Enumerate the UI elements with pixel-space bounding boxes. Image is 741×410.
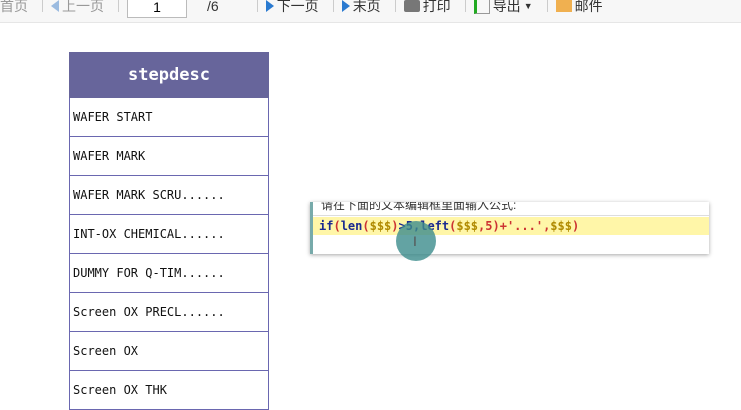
- export-button[interactable]: 导出 ▼: [473, 0, 533, 17]
- code-token: ): [571, 219, 580, 233]
- code-token: (: [333, 219, 341, 233]
- page-number-input[interactable]: [127, 0, 187, 18]
- dropdown-caret-icon: ▼: [523, 1, 533, 11]
- divider: [546, 0, 548, 12]
- total-pages: /6: [207, 0, 219, 14]
- code-token: (: [362, 219, 370, 233]
- report-toolbar: 首页 上一页 /6 下一页 末页 打印 导出▼ 邮件: [0, 0, 741, 23]
- printer-icon: [403, 0, 420, 12]
- column-header: stepdesc: [69, 52, 269, 98]
- report-table: stepdesc WAFER START WAFER MARK WAFER MA…: [69, 52, 269, 410]
- code-token: $$$: [456, 219, 479, 233]
- table-cell[interactable]: Screen OX: [69, 331, 269, 371]
- code-token: $$$: [369, 219, 392, 233]
- table-row: Screen OX: [69, 331, 269, 371]
- formula-editor-popup: 请在下面的文本编辑框里面输入公式: if(len($$$)>5,left($$$…: [310, 202, 709, 254]
- table-row: INT-OX CHEMICAL......: [69, 214, 269, 254]
- divider: [42, 0, 43, 12]
- table-row: WAFER START: [69, 97, 269, 137]
- next-arrow-icon: [265, 0, 274, 12]
- table-row: Screen OX THK: [69, 370, 269, 410]
- prev-page-label: 上一页: [62, 0, 104, 14]
- table-row: Screen OX PRECL......: [69, 292, 269, 332]
- formula-prompt: 请在下面的文本编辑框里面输入公式:: [313, 202, 709, 216]
- divider: [332, 0, 334, 12]
- mail-button[interactable]: 邮件: [555, 0, 603, 17]
- code-token: len: [340, 219, 363, 233]
- table-cell[interactable]: WAFER MARK SCRU......: [69, 175, 269, 215]
- divider: [118, 0, 119, 12]
- prev-arrow-icon: [51, 0, 59, 12]
- table-cell[interactable]: INT-OX CHEMICAL......: [69, 214, 269, 254]
- prev-page-button[interactable]: 上一页: [51, 0, 104, 17]
- next-page-button[interactable]: 下一页: [265, 0, 319, 17]
- divider: [394, 0, 396, 12]
- code-token: ,5)+'...',: [478, 219, 551, 233]
- last-page-button[interactable]: 末页: [341, 0, 381, 17]
- divider: [256, 0, 258, 12]
- print-button[interactable]: 打印: [403, 0, 451, 17]
- table-cell[interactable]: Screen OX PRECL......: [69, 292, 269, 332]
- print-label: 打印: [422, 0, 451, 14]
- export-icon: [473, 0, 490, 14]
- formula-input[interactable]: if(len($$$)>5,left($$$,5)+'...',$$$): [313, 217, 709, 235]
- table-row: WAFER MARK: [69, 136, 269, 176]
- divider: [464, 0, 466, 12]
- first-page-button[interactable]: 首页: [0, 0, 28, 17]
- table-row: WAFER MARK SCRU......: [69, 175, 269, 215]
- next-page-label: 下一页: [276, 0, 319, 14]
- mail-icon: [555, 0, 572, 12]
- table-cell[interactable]: WAFER START: [69, 97, 269, 137]
- export-label: 导出: [492, 0, 521, 14]
- last-page-label: 末页: [352, 0, 381, 14]
- mail-label: 邮件: [574, 0, 603, 14]
- table-cell[interactable]: Screen OX THK: [69, 370, 269, 410]
- code-token: if: [319, 219, 334, 233]
- code-token: $$$: [550, 219, 572, 233]
- text-cursor-icon: I: [413, 233, 417, 249]
- first-page-label: 首页: [0, 0, 28, 14]
- table-cell[interactable]: WAFER MARK: [69, 136, 269, 176]
- last-page-icon: [341, 0, 350, 12]
- table-row: DUMMY FOR Q-TIM......: [69, 253, 269, 293]
- table-cell[interactable]: DUMMY FOR Q-TIM......: [69, 253, 269, 293]
